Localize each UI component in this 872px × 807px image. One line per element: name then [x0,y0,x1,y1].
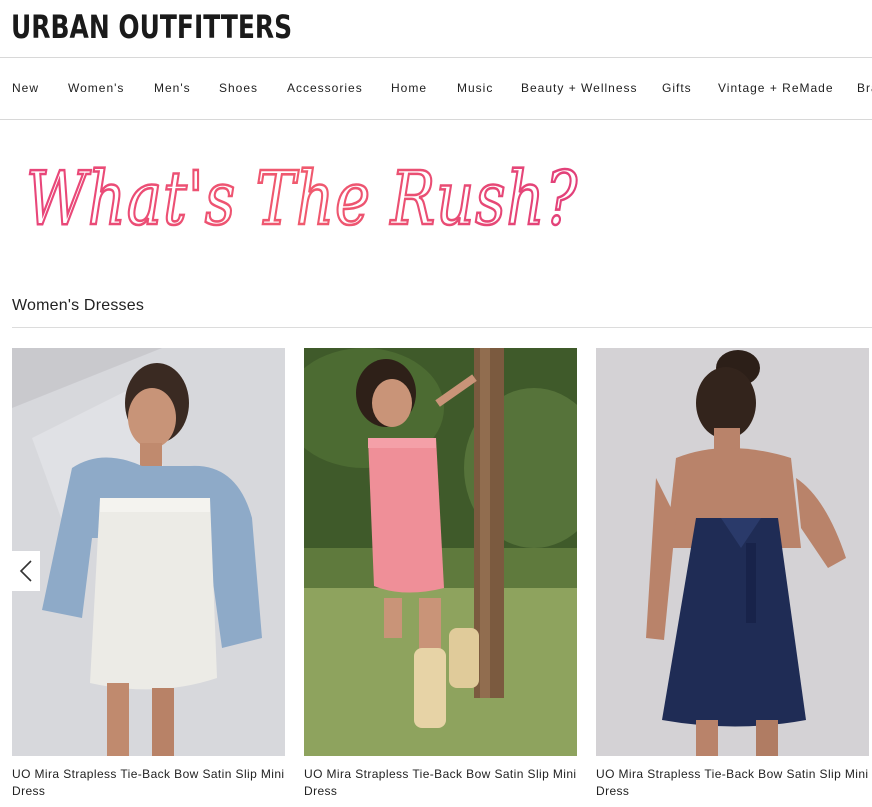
nav-item-mens[interactable]: Men's [154,81,191,95]
product-image[interactable] [12,348,285,756]
hero-script-graphic: What's The Rush? [25,155,579,244]
product-card[interactable]: UO Mira Strapless Tie-Back Bow Satin Sli… [12,348,285,800]
nav-item-beauty-wellness[interactable]: Beauty + Wellness [521,81,638,95]
product-image[interactable] [304,348,577,756]
chevron-left-icon [19,560,32,582]
product-dress [368,438,444,593]
nav-item-music[interactable]: Music [457,81,493,95]
hero-banner[interactable]: What's The Rush? [18,136,588,260]
hero-title: What's The Rush? [26,156,578,242]
product-card[interactable]: UO Mira Strapless Tie-Back Bow Satin Sli… [596,348,869,800]
product-name[interactable]: UO Mira Strapless Tie-Back Bow Satin Sli… [304,766,577,800]
section-title: Women's Dresses [12,297,145,314]
product-card[interactable]: UO Mira Strapless Tie-Back Bow Satin Sli… [304,348,577,800]
nav-item-home[interactable]: Home [391,81,427,95]
product-name[interactable]: UO Mira Strapless Tie-Back Bow Satin Sli… [596,766,869,800]
nav-item-vintage-remade[interactable]: Vintage + ReMade [718,81,834,95]
section-divider [12,327,872,328]
main-nav: New Women's Men's Shoes Accessories Home… [0,58,872,120]
carousel-prev-button[interactable] [12,551,40,591]
product-dress [90,498,217,690]
nav-item-new[interactable]: New [12,81,39,95]
nav-item-womens[interactable]: Women's [68,81,124,95]
nav-item-shoes[interactable]: Shoes [219,81,258,95]
product-name[interactable]: UO Mira Strapless Tie-Back Bow Satin Sli… [12,766,285,800]
nav-item-gifts[interactable]: Gifts [662,81,692,95]
site-header: URBAN OUTFITTERS [0,0,872,58]
nav-item-accessories[interactable]: Accessories [287,81,363,95]
brand-logo[interactable]: URBAN OUTFITTERS [11,9,292,45]
nav-item-brands[interactable]: Bra [857,81,872,95]
product-image[interactable] [596,348,869,756]
